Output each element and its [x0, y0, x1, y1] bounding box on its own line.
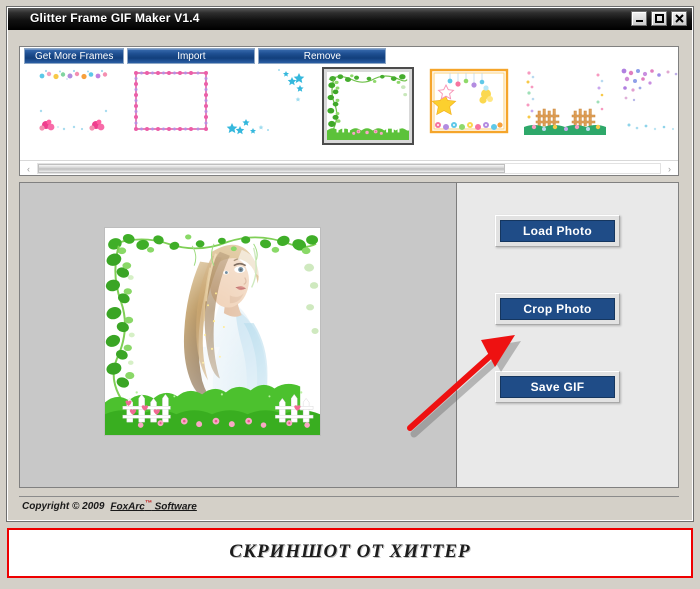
minimize-button[interactable]: [631, 11, 647, 26]
frame-thumbnail-3[interactable]: [226, 67, 308, 135]
frames-panel: Get More Frames Import Remove ‹ ›: [19, 46, 679, 176]
frames-toolbar: Get More Frames Import Remove: [20, 47, 387, 65]
save-gif-button-label: Save GIF: [500, 376, 615, 398]
footer-divider: [19, 496, 679, 497]
frame-preview-stars-blue: [226, 67, 308, 135]
actions-panel: Load Photo Crop Photo Save GIF: [457, 183, 678, 487]
frames-horizontal-scrollbar[interactable]: ‹ ›: [20, 160, 678, 175]
frame-preview-beads: [130, 67, 212, 135]
trademark-icon: ™: [144, 500, 152, 507]
frame-thumbnail-7[interactable]: [620, 67, 678, 135]
get-more-frames-button[interactable]: Get More Frames: [24, 48, 125, 64]
application-window: Glitter Frame GIF Maker V1.4 Get More Fr…: [0, 0, 700, 589]
close-button[interactable]: [671, 11, 687, 26]
frame-preview-fence: [524, 67, 606, 135]
framed-photo-image: [105, 228, 320, 435]
scroll-right-arrow-icon[interactable]: ›: [663, 162, 676, 175]
vendor-link[interactable]: FoxArc™ Software: [110, 500, 196, 512]
frame-thumbnail-4-selected[interactable]: [322, 67, 414, 145]
load-photo-button[interactable]: Load Photo: [495, 215, 620, 247]
frame-preview-confetti: [620, 67, 678, 135]
photo-preview[interactable]: [104, 227, 321, 436]
frame-preview-orange-stars: [428, 67, 510, 135]
scroll-left-arrow-icon[interactable]: ‹: [22, 162, 35, 175]
remove-button[interactable]: Remove: [258, 48, 387, 64]
title-bar: Glitter Frame GIF Maker V1.4: [8, 8, 692, 30]
watermark-bar: СКРИНШОТ ОТ ХИТТЕР: [7, 528, 693, 578]
crop-photo-button-label: Crop Photo: [500, 298, 615, 320]
frame-preview-hearts: [34, 67, 116, 135]
main-window: Glitter Frame GIF Maker V1.4 Get More Fr…: [6, 6, 694, 522]
window-controls: [631, 11, 687, 26]
window-client-area: Get More Frames Import Remove ‹ › Load P…: [8, 30, 692, 520]
copyright-footer: Copyright © 2009 FoxArc™ Software: [22, 500, 197, 512]
frame-preview-ivy: [327, 72, 409, 140]
load-photo-button-label: Load Photo: [500, 220, 615, 242]
frame-thumbnail-6[interactable]: [524, 67, 606, 135]
workspace: Load Photo Crop Photo Save GIF: [19, 182, 679, 488]
frame-thumbnail-1[interactable]: [34, 67, 116, 135]
frames-thumbnail-strip[interactable]: [20, 64, 678, 160]
vendor-suffix: Software: [151, 501, 197, 513]
watermark-text: СКРИНШОТ ОТ ХИТТЕР: [229, 541, 471, 562]
scrollbar-thumb[interactable]: [38, 164, 505, 173]
crop-photo-button[interactable]: Crop Photo: [495, 293, 620, 325]
window-title: Glitter Frame GIF Maker V1.4: [30, 11, 200, 25]
vendor-name: FoxArc: [110, 501, 145, 513]
copyright-text: Copyright © 2009: [22, 501, 105, 513]
save-gif-button[interactable]: Save GIF: [495, 371, 620, 403]
scrollbar-track[interactable]: [37, 163, 661, 174]
preview-panel: [20, 183, 457, 487]
frame-thumbnail-5[interactable]: [428, 67, 510, 135]
maximize-button[interactable]: [651, 11, 667, 26]
frames-list: [34, 67, 678, 145]
import-button[interactable]: Import: [127, 48, 256, 64]
frame-thumbnail-2[interactable]: [130, 67, 212, 135]
